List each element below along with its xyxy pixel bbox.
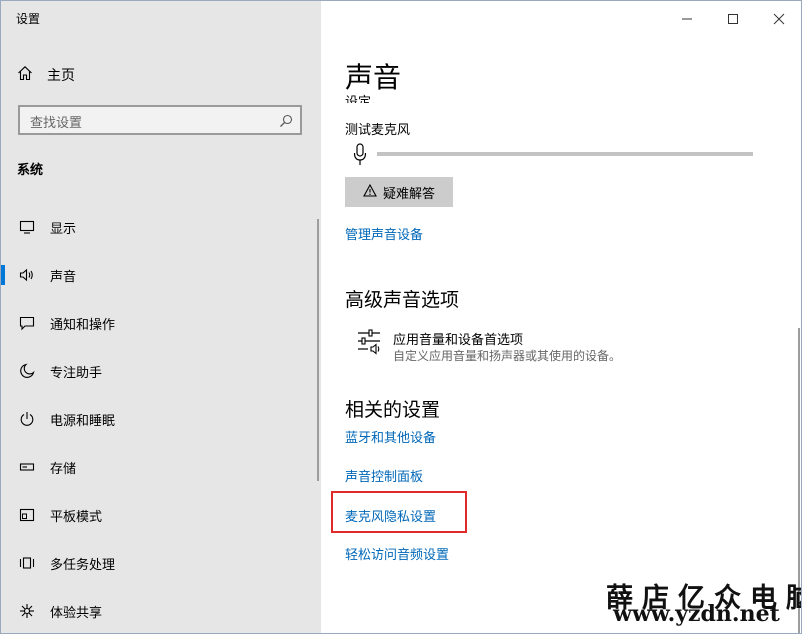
minimize-icon[interactable] <box>677 9 697 29</box>
sidebar-item-sound[interactable]: 声音 <box>1 255 321 295</box>
warning-icon <box>363 183 377 201</box>
sidebar-item-label: 体验共享 <box>50 605 103 621</box>
close-icon[interactable] <box>769 9 789 29</box>
app-volume-description: 自定义应用音量和扬声器或其使用的设备。 <box>393 349 622 363</box>
watermark-url: www.yzdn.net <box>613 601 780 627</box>
clipped-text: 设定。 <box>345 95 385 103</box>
sidebar-item-label: 多任务处理 <box>50 557 116 573</box>
maximize-icon[interactable] <box>723 9 743 29</box>
mic-level-meter <box>377 152 753 156</box>
sidebar-scrollbar[interactable] <box>317 219 319 481</box>
sidebar-item-shared-experiences[interactable]: 体验共享 <box>1 591 321 631</box>
moon-icon <box>18 362 36 380</box>
home-icon <box>17 65 33 85</box>
sidebar-item-tablet-mode[interactable]: 平板模式 <box>1 495 321 535</box>
power-icon <box>18 410 36 428</box>
sidebar-item-multitasking[interactable]: 多任务处理 <box>1 543 321 583</box>
storage-icon <box>18 458 36 476</box>
app-volume-link[interactable]: 应用音量和设备首选项 <box>393 329 523 348</box>
sound-control-panel-link[interactable]: 声音控制面板 <box>345 466 423 485</box>
sidebar-item-focus-assist[interactable]: 专注助手 <box>1 351 321 391</box>
sidebar-item-label: 平板模式 <box>50 509 103 525</box>
sidebar-item-display[interactable]: 显示 <box>1 207 321 247</box>
notification-icon <box>18 314 36 332</box>
main-content: 声音 设定。 测试麦克风 疑难解答 管理声音设备 高级声音选项 应用音量和设备首… <box>321 1 801 633</box>
sidebar-item-label: 通知和操作 <box>50 317 116 333</box>
search-icon[interactable] <box>279 113 293 132</box>
speaker-icon <box>18 266 36 284</box>
troubleshoot-button[interactable]: 疑难解答 <box>345 177 453 207</box>
sidebar-item-storage[interactable]: 存储 <box>1 447 321 487</box>
app-volume-icon <box>357 327 383 361</box>
sidebar-item-notifications[interactable]: 通知和操作 <box>1 303 321 343</box>
search-input[interactable]: 查找设置 <box>18 105 302 135</box>
tablet-icon <box>18 506 36 524</box>
sidebar-item-label: 存储 <box>50 461 77 477</box>
search-placeholder: 查找设置 <box>30 116 83 131</box>
microphone-icon <box>353 143 367 171</box>
related-settings-heading: 相关的设置 <box>345 399 441 421</box>
manage-sound-devices-link[interactable]: 管理声音设备 <box>345 224 423 243</box>
sidebar-item-label: 显示 <box>50 221 77 237</box>
app-title: 设置 <box>16 12 41 26</box>
sidebar-item-label: 电源和睡眠 <box>50 413 116 429</box>
troubleshoot-label: 疑难解答 <box>382 186 435 202</box>
active-indicator <box>1 265 5 285</box>
sidebar-item-power-sleep[interactable]: 电源和睡眠 <box>1 399 321 439</box>
home-label: 主页 <box>47 68 75 84</box>
display-icon <box>18 218 36 236</box>
sidebar-item-label: 声音 <box>50 269 77 285</box>
bluetooth-devices-link[interactable]: 蓝牙和其他设备 <box>345 427 436 446</box>
share-icon <box>18 602 36 620</box>
multitask-icon <box>18 554 36 572</box>
advanced-sound-heading: 高级声音选项 <box>345 289 460 311</box>
sidebar-item-label: 专注助手 <box>50 365 103 381</box>
mic-test-label: 测试麦克风 <box>345 123 411 138</box>
ease-of-access-audio-link[interactable]: 轻松访问音频设置 <box>345 544 449 563</box>
home-nav-item[interactable]: 主页 <box>17 65 75 85</box>
page-title: 声音 <box>345 61 402 94</box>
highlight-box <box>331 491 467 533</box>
sidebar: 设置 主页 查找设置 系统 显示 声音 通知和操作 专注助手 电源和睡眠 存储 … <box>1 1 321 633</box>
settings-window: 设置 主页 查找设置 系统 显示 声音 通知和操作 专注助手 电源和睡眠 存储 … <box>0 0 802 634</box>
section-title: 系统 <box>17 163 44 178</box>
